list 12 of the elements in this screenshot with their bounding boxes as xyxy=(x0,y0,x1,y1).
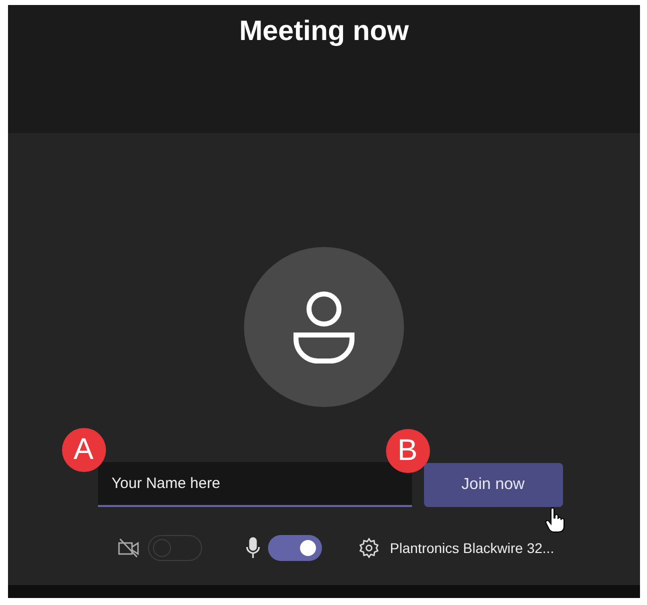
microphone-toggle[interactable] xyxy=(268,535,322,561)
camera-toggle[interactable] xyxy=(148,535,202,561)
marker-badge: A xyxy=(62,428,106,472)
microphone-icon xyxy=(246,537,260,559)
marker-badge: B xyxy=(386,428,430,472)
hand-cursor-icon xyxy=(545,507,565,533)
settings-icon[interactable] xyxy=(358,537,380,559)
audio-device-label[interactable]: Plantronics Blackwire 32... xyxy=(390,540,554,556)
camera-off-icon xyxy=(118,538,140,558)
join-now-button[interactable]: Join now xyxy=(424,462,562,506)
name-input-field[interactable]: Your Name here xyxy=(98,462,412,507)
meeting-title: Meeting now xyxy=(239,15,409,47)
